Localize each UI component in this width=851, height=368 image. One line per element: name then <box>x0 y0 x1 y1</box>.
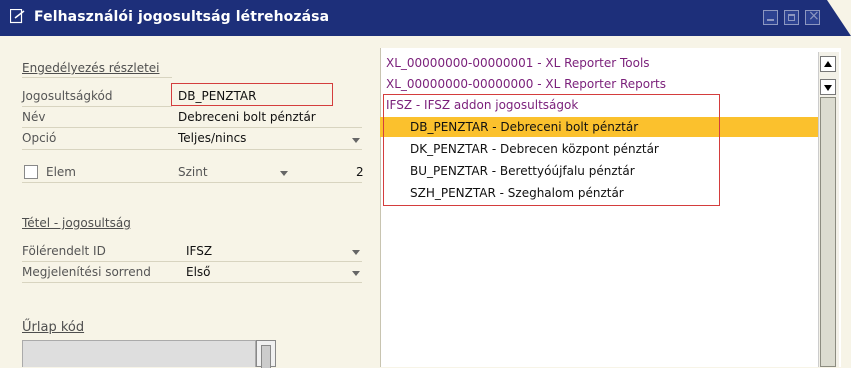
tree-item-xl-tools[interactable]: XL_00000000-00000001 - XL Reporter Tools <box>386 56 650 70</box>
chevron-down-icon[interactable] <box>352 271 360 276</box>
auth-code-label: Jogosultságkód <box>22 89 113 103</box>
display-order-label: Megjelenítési sorrend <box>22 265 151 279</box>
divider <box>22 149 362 150</box>
level-value[interactable]: 2 <box>356 165 364 179</box>
form-code-scrollbar[interactable] <box>256 340 276 368</box>
divider <box>22 77 172 78</box>
element-label: Elem <box>46 165 76 179</box>
maximize-icon[interactable] <box>784 10 799 25</box>
section-item-link[interactable]: Tétel - jogosultság <box>22 216 131 230</box>
form-code-link[interactable]: Űrlap kód <box>22 320 84 335</box>
option-label: Opció <box>22 131 57 145</box>
name-label: Név <box>22 110 46 124</box>
divider <box>22 106 172 107</box>
form-code-list[interactable] <box>22 340 256 367</box>
name-field[interactable]: Debreceni bolt pénztár <box>178 110 316 124</box>
chevron-down-icon[interactable] <box>352 138 360 143</box>
level-label: Szint <box>178 165 208 179</box>
display-order-select[interactable]: Első <box>186 265 211 279</box>
titlebar-corner <box>827 0 851 36</box>
close-icon[interactable] <box>805 8 820 25</box>
parent-id-label: Fölérendelt ID <box>22 244 106 258</box>
scrollbar-thumb[interactable] <box>820 97 836 367</box>
divider <box>22 182 362 183</box>
divider <box>22 282 362 283</box>
section-details-link[interactable]: Engedélyezés részletei <box>22 61 160 75</box>
chevron-down-icon[interactable] <box>352 250 360 255</box>
window-title: Felhasználói jogosultság létrehozása <box>34 9 330 25</box>
divider <box>22 261 362 262</box>
option-select[interactable]: Teljes/nincs <box>178 131 246 145</box>
minimize-icon[interactable] <box>763 10 778 25</box>
element-checkbox[interactable] <box>24 165 38 179</box>
tree-item-xl-reports[interactable]: XL_00000000-00000000 - XL Reporter Repor… <box>386 77 666 91</box>
scroll-up-icon[interactable] <box>820 56 836 72</box>
scroll-down-icon[interactable] <box>820 79 836 95</box>
edit-form-icon <box>10 9 25 24</box>
parent-id-select[interactable]: IFSZ <box>186 244 212 258</box>
auth-code-highlight <box>171 83 333 106</box>
window-titlebar: Felhasználói jogosultság létrehozása <box>0 0 851 36</box>
chevron-down-icon[interactable] <box>280 171 288 176</box>
divider <box>22 127 362 128</box>
ifsz-group-highlight <box>383 94 720 206</box>
